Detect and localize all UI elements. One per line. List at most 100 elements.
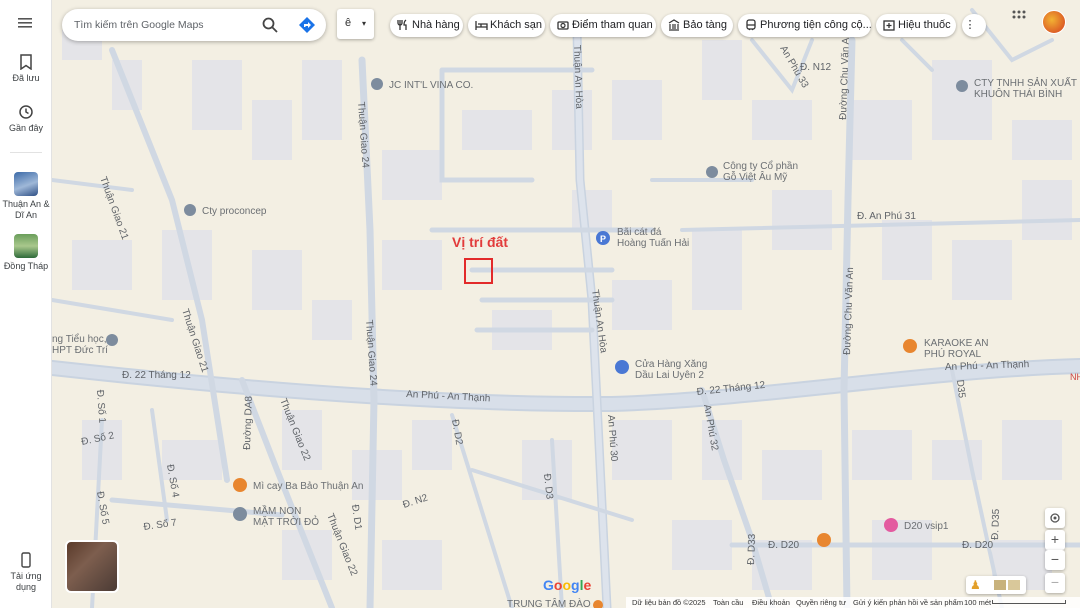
recent-button[interactable]: Gần đây (0, 104, 52, 134)
poi-trung-tam[interactable]: TRUNG TÂM ĐÀO (507, 597, 603, 608)
poi-cty-thai-binh[interactable]: CTY TNHH SẢN XUẤT KHUÔN THÁI BÌNH (956, 76, 1077, 100)
bookmark-icon (20, 54, 32, 70)
zoom-in-button[interactable]: + (1045, 530, 1065, 550)
place-thumbnail (14, 234, 38, 258)
recent-place-2-label: Đồng Tháp (3, 261, 49, 271)
pegman-icon: ♟ (970, 578, 981, 592)
chip-label: Điểm tham quan (572, 19, 653, 31)
photo-thumbnail (994, 580, 1006, 590)
chip-museums[interactable]: Bảo tàng (661, 14, 733, 37)
poi-label: ng Tiểu học, (52, 333, 106, 345)
phone-icon (21, 552, 31, 568)
place-thumbnail (14, 172, 38, 196)
chevron-down-icon: ▾ (362, 19, 367, 28)
get-app-button[interactable]: Tải ứng dụng (0, 552, 52, 593)
map-data-credit: Dữ liệu bản đồ ©2025 (632, 598, 706, 607)
street-label: Đ. D20 (962, 540, 994, 551)
search-icon[interactable] (262, 17, 278, 33)
chip-label: Bảo tàng (683, 19, 728, 31)
street-label: Đường DA8 (242, 395, 255, 450)
global-link[interactable]: Toàn cầu (713, 598, 743, 607)
fork-knife-icon (397, 19, 407, 30)
more-icon: ⋮ (964, 19, 976, 31)
history-icon (19, 105, 33, 119)
bed-icon (475, 21, 488, 30)
pharmacy-icon (883, 20, 895, 31)
tilt-button[interactable]: − (1045, 573, 1065, 593)
recent-place-1[interactable]: Thuận An & Dĩ An (0, 172, 52, 221)
input-tool-label: ê (345, 17, 352, 29)
poi-mi-cay[interactable]: Mì cay Ba Bảo Thuận An (233, 478, 363, 492)
poi-label: Cửa Hàng Xăng (635, 358, 707, 370)
avatar[interactable] (1042, 10, 1066, 34)
saved-button[interactable]: Đã lưu (0, 54, 52, 84)
chip-restaurants[interactable]: Nhà hàng (390, 14, 463, 37)
saved-label: Đã lưu (12, 73, 40, 83)
terms-link[interactable]: Điều khoản (752, 598, 790, 607)
street-label: Đ. An Phú 31 (857, 211, 916, 222)
street-label: Thuận An Hòa (571, 45, 584, 110)
museum-icon (668, 19, 680, 31)
poi-label-edge: NH (1070, 372, 1080, 382)
recent-label: Gần đây (8, 123, 44, 133)
input-tool-button[interactable]: ê ▾ (337, 9, 374, 39)
more-chips-button[interactable]: ⋮ (962, 14, 986, 37)
map-footer: Dữ liệu bản đồ ©2025 Toàn cầu Điều khoản… (626, 597, 1080, 608)
zoom-out-button[interactable]: − (1045, 550, 1065, 570)
search-box[interactable]: Tìm kiếm trên Google Maps (62, 9, 326, 41)
chip-attractions[interactable]: Điểm tham quan (550, 14, 656, 37)
google-logo: Google (543, 577, 592, 593)
poi-vsip[interactable]: D20 vsip1 (884, 518, 949, 532)
get-app-label: Tải ứng dụng (10, 571, 42, 592)
street-label: Đ. D35 (990, 508, 1002, 540)
poi-orange-pin[interactable] (817, 533, 831, 547)
poi-label: Dầu Lai Uyên 2 (635, 369, 704, 381)
layers-button[interactable] (65, 540, 119, 593)
my-location-icon[interactable] (1045, 508, 1065, 528)
street-label: Đ. D20 (768, 540, 800, 551)
street-label: Đ. 22 Tháng 12 (122, 370, 191, 381)
poi-label: KARAOKE AN (924, 338, 988, 349)
street-label: Đ. Số 1 (94, 389, 108, 424)
poi-label: Bãi cát đá (617, 227, 662, 238)
menu-icon[interactable] (18, 18, 32, 31)
street-label: Đ. D33 (746, 533, 758, 565)
chip-label: Nhà hàng (412, 19, 460, 31)
poi-label: MẶT TRỜI ĐỎ (253, 515, 319, 528)
poi-label: CTY TNHH SẢN XUẤT (974, 76, 1077, 89)
transit-icon (746, 19, 756, 31)
maps-app: Đã lưu Gần đây Thuận An & Dĩ An Đồng Thá… (0, 0, 1080, 608)
map-canvas[interactable]: Đ. 22 Tháng 12 Đ. 22 Tháng 12 An Phú - A… (52, 0, 1080, 608)
recent-place-1-label: Thuận An & Dĩ An (2, 199, 50, 220)
directions-icon[interactable] (298, 16, 316, 34)
svg-text:P: P (600, 234, 606, 244)
street-view-strip[interactable]: ♟ (966, 576, 1026, 594)
poi-label: PHÚ ROYAL (924, 347, 981, 360)
feedback-link[interactable]: Gửi ý kiến phản hồi về sản phẩm (853, 598, 963, 607)
poi-label: KHUÔN THÁI BÌNH (974, 87, 1062, 100)
chip-pharmacy[interactable]: Hiệu thuốc (876, 14, 956, 37)
chip-hotels[interactable]: Khách sạn (468, 14, 545, 37)
chip-label: Hiệu thuốc (898, 19, 951, 31)
search-input[interactable]: Tìm kiếm trên Google Maps (74, 19, 204, 31)
poi-label: D20 vsip1 (904, 521, 949, 532)
poi-label: HPT Đức Trí (52, 345, 108, 356)
poi-label: JC INT'L VINA CO. (389, 80, 473, 91)
left-rail: Đã lưu Gần đây Thuận An & Dĩ An Đồng Thá… (0, 0, 52, 608)
chip-transit[interactable]: Phương tiện công cộ... (738, 14, 871, 37)
poi-label: Mì cay Ba Bảo Thuận An (253, 481, 363, 492)
chip-label: Phương tiện công cộ... (760, 19, 871, 31)
poi-label: TRUNG TÂM ĐÀO (507, 597, 591, 608)
chip-label: Khách sạn (490, 19, 542, 31)
poi-label: Gỗ Việt Âu Mỹ (723, 170, 787, 183)
rail-divider (10, 152, 42, 153)
camera-icon (557, 21, 569, 30)
street-label: Đ. N12 (800, 62, 832, 73)
land-location-label: Vị trí đất (452, 234, 509, 250)
privacy-link[interactable]: Quyền riêng tư (796, 598, 846, 607)
scale-bar (992, 600, 1066, 604)
recent-place-2[interactable]: Đồng Tháp (0, 234, 52, 272)
apps-grid-icon[interactable] (1012, 10, 1026, 24)
poi-label: Hoàng Tuấn Hải (617, 237, 689, 249)
poi-label: MẦM NON (253, 504, 301, 517)
